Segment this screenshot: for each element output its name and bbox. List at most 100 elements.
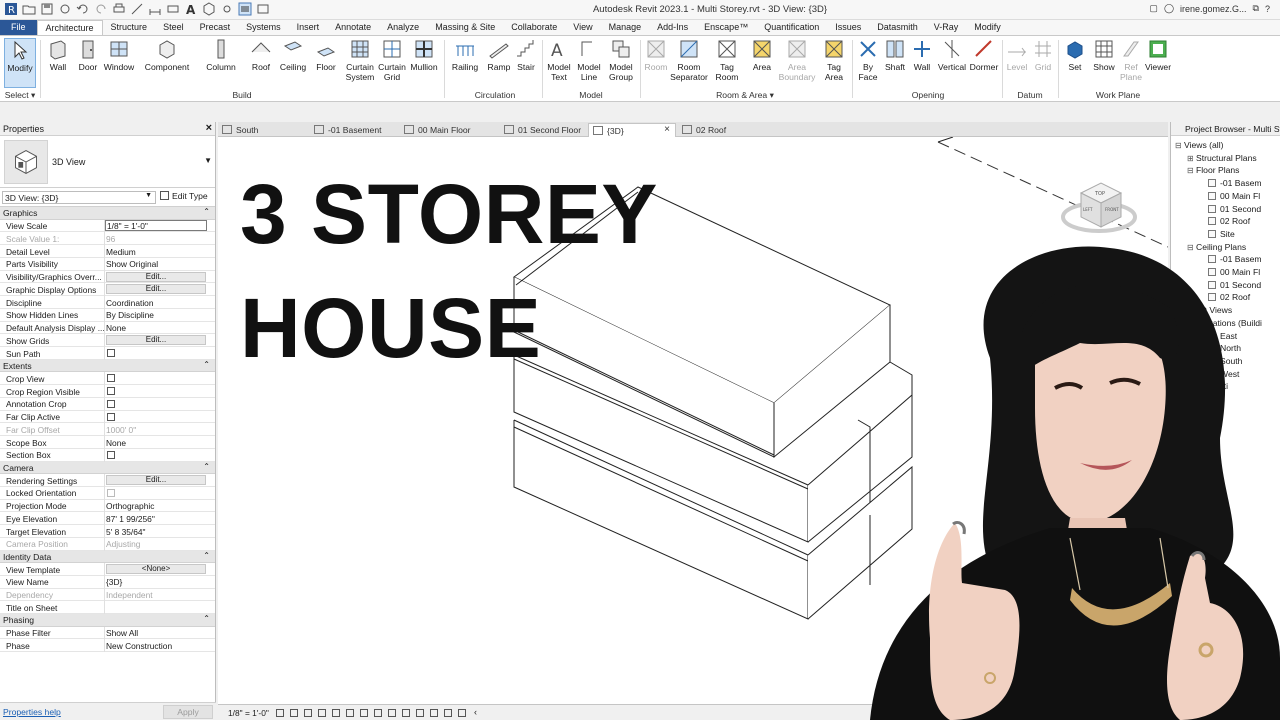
browser-node[interactable]: East — [1199, 331, 1237, 341]
property-value[interactable]: 5' 8 35/64" — [106, 527, 206, 537]
chevron-down-icon[interactable]: ▼ — [204, 156, 212, 165]
room-separator-button[interactable]: Room Separator — [670, 38, 708, 82]
user-icon[interactable]: ◯ — [1164, 3, 1174, 14]
by-face-button[interactable]: By Face — [856, 38, 880, 82]
view-scale[interactable]: 1/8" = 1'-0" — [228, 708, 269, 718]
viewcube-top-label[interactable]: TOP — [1094, 191, 1105, 197]
grid-button[interactable]: Grid — [1030, 38, 1056, 72]
browser-node[interactable]: s/Quanti — [1187, 381, 1228, 391]
browser-node[interactable]: ⊟ Views (all) — [1175, 140, 1223, 150]
instance-dropdown[interactable]: 3D View: {3D} ▼ — [2, 191, 156, 204]
property-checkbox[interactable] — [107, 349, 115, 357]
curtain-grid-button[interactable]: Curtain Grid — [376, 38, 408, 82]
property-group-graphics[interactable]: Graphics ⌃ — [0, 207, 215, 220]
room-button[interactable]: Room — [642, 38, 670, 72]
expand-icon[interactable]: ⊞ — [1187, 154, 1196, 163]
tag-room-button[interactable]: Tag Room — [712, 38, 742, 82]
property-edit-button[interactable]: Edit... — [106, 475, 206, 485]
visual-style-icon[interactable] — [290, 709, 298, 717]
view-tab[interactable]: South — [218, 123, 308, 137]
sync-icon[interactable] — [58, 2, 72, 16]
section-icon[interactable] — [220, 2, 234, 16]
show-crop-icon[interactable] — [360, 709, 368, 717]
ribbon-tab-structure[interactable]: Structure — [103, 20, 156, 35]
default-3d-view-icon[interactable] — [202, 2, 216, 16]
property-checkbox[interactable] — [107, 450, 115, 459]
ribbon-tab-datasmith[interactable]: Datasmith — [869, 20, 926, 35]
thin-lines-icon[interactable] — [238, 2, 252, 16]
browser-node[interactable]: Site — [1199, 229, 1235, 239]
collapse-caret-icon[interactable]: ⌃ — [203, 551, 210, 560]
ribbon-tab-manage[interactable]: Manage — [601, 20, 650, 35]
property-value[interactable]: None — [106, 438, 206, 448]
analytical-model-icon[interactable] — [430, 709, 438, 717]
roof-button[interactable]: Roof — [248, 38, 274, 72]
reveal-constraints-icon[interactable] — [458, 709, 466, 717]
property-value[interactable]: By Discipline — [106, 310, 206, 320]
property-edit-button[interactable]: Edit... — [106, 335, 206, 346]
browser-node[interactable]: 01 Second — [1199, 280, 1261, 290]
lock-icon[interactable] — [374, 709, 382, 717]
property-checkbox[interactable] — [107, 412, 115, 421]
dormer-button[interactable]: Dormer — [968, 38, 1000, 72]
view-tab[interactable]: 02 Roof — [678, 123, 748, 137]
detail-level-icon[interactable] — [276, 709, 284, 717]
property-edit-button[interactable]: Edit... — [106, 284, 206, 295]
ribbon-tab-precast[interactable]: Precast — [192, 20, 239, 35]
column-button[interactable]: Column — [204, 38, 238, 72]
wall-button[interactable]: Wall — [44, 38, 72, 72]
close-tab-icon[interactable]: × — [664, 124, 670, 135]
viewcube-front-label[interactable]: FRONT — [1105, 207, 1119, 212]
property-edit-button[interactable]: <None> — [106, 564, 206, 574]
temporary-hide-icon[interactable] — [388, 709, 396, 717]
window-button[interactable]: Window — [102, 38, 136, 72]
viewer-button[interactable]: Viewer — [1142, 38, 1174, 72]
browser-node[interactable]: North — [1199, 343, 1241, 353]
property-value[interactable]: Orthographic — [106, 501, 206, 511]
ribbon-tab-insert[interactable]: Insert — [289, 20, 328, 35]
ramp-button[interactable]: Ramp — [484, 38, 514, 72]
property-checkbox[interactable] — [107, 374, 115, 383]
close-icon[interactable]: × — [206, 122, 212, 134]
browser-node[interactable]: 00 Main Fl — [1199, 267, 1260, 277]
worksharing-icon[interactable] — [416, 709, 424, 717]
view-tab[interactable]: 00 Main Floor — [400, 123, 498, 137]
door-button[interactable]: Door — [74, 38, 102, 72]
view-tab[interactable]: -01 Basement — [310, 123, 398, 137]
property-group-extents[interactable]: Extents ⌃ — [0, 359, 215, 373]
measure-icon[interactable] — [130, 2, 144, 16]
ribbon-tab-quantification[interactable]: Quantification — [756, 20, 827, 35]
render-icon[interactable] — [332, 709, 340, 717]
model-line-button[interactable]: Model Line — [574, 38, 604, 82]
ribbon-tab-architecture[interactable]: Architecture — [36, 20, 103, 35]
property-value[interactable]: Coordination — [106, 298, 206, 308]
component-button[interactable]: Component — [142, 38, 192, 72]
browser-node[interactable]: West — [1199, 369, 1239, 379]
tag-area-button[interactable]: Tag Area — [820, 38, 848, 82]
crop-icon[interactable] — [346, 709, 354, 717]
view-tab[interactable]: 01 Second Floor — [500, 123, 586, 137]
sun-path-icon[interactable] — [304, 709, 312, 717]
property-value[interactable]: Show Original — [106, 259, 206, 269]
ribbon-tab-steel[interactable]: Steel — [155, 20, 192, 35]
aligned-dimension-icon[interactable] — [148, 2, 162, 16]
area-boundary-button[interactable]: Area Boundary — [778, 38, 816, 82]
switch-windows-icon[interactable] — [256, 2, 270, 16]
browser-node[interactable]: 02 Roof — [1199, 292, 1250, 302]
reveal-hidden-icon[interactable] — [402, 709, 410, 717]
select-panel-label[interactable]: Select ▾ — [4, 90, 36, 101]
browser-node[interactable]: -01 Basem — [1199, 254, 1262, 264]
view-tab[interactable]: {3D} × — [588, 123, 676, 137]
room-area-panel-label[interactable]: Room & Area ▾ — [642, 90, 848, 101]
ribbon-tab-collaborate[interactable]: Collaborate — [503, 20, 565, 35]
redo-icon[interactable] — [94, 2, 108, 16]
collapse-icon[interactable]: ⊟ — [1187, 243, 1196, 252]
print-icon[interactable] — [112, 2, 126, 16]
text-icon[interactable]: A — [184, 2, 198, 17]
undo-icon[interactable] — [76, 2, 90, 16]
browser-node[interactable]: South — [1199, 356, 1242, 366]
vertical-button[interactable]: Vertical — [936, 38, 968, 72]
apply-button[interactable]: Apply — [163, 705, 213, 719]
show-button[interactable]: Show — [1090, 38, 1118, 72]
collapse-caret-icon[interactable]: ⌃ — [203, 207, 210, 216]
